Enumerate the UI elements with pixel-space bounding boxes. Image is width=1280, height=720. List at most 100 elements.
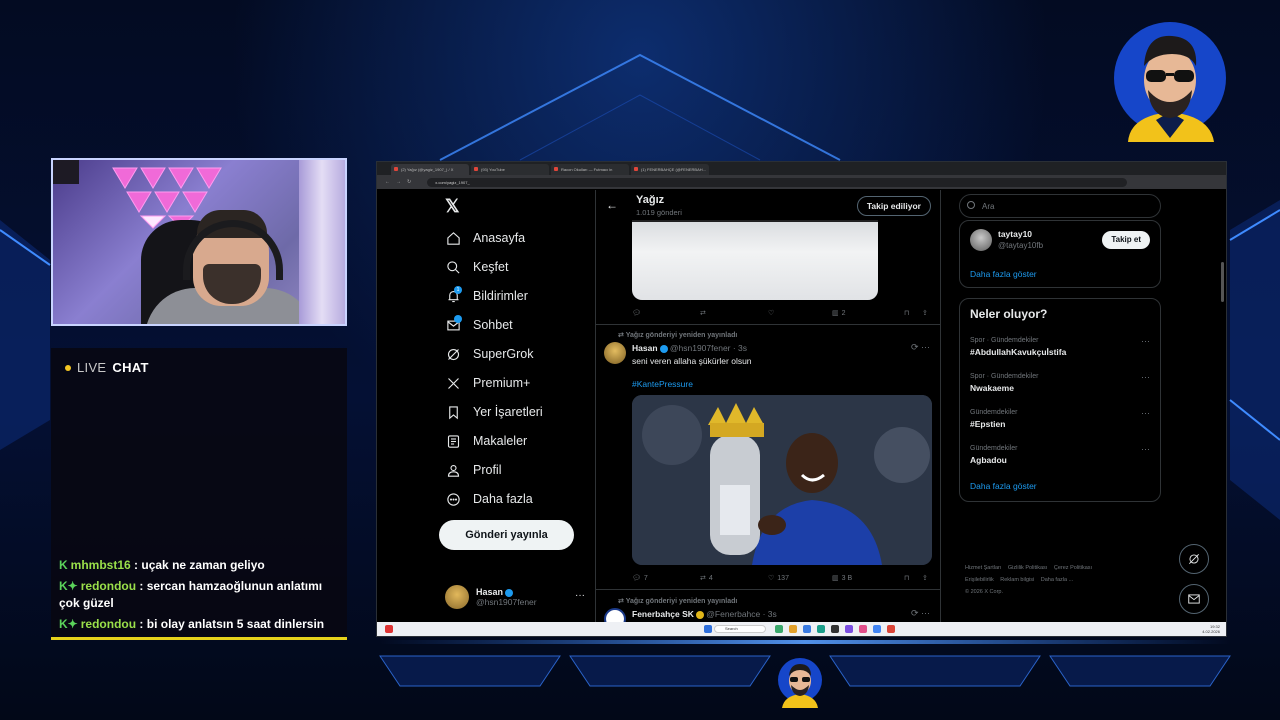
following-button[interactable]: Takip ediliyor [856,196,931,216]
weather-icon[interactable] [385,625,393,633]
bookmark-icon[interactable]: ⊓ [904,309,922,317]
nav-home[interactable]: Anasayfa [445,230,525,246]
profile-name: Yağız [636,194,665,206]
profile-icon [447,464,459,477]
reply-icon[interactable]: 💬︎ [632,309,700,317]
search-icon [967,201,975,209]
address-bar[interactable]: x.com/yagiz_1907_ [427,177,1128,187]
browser-tab[interactable]: (1) FENERBAHÇE (@FENERBAH... [631,164,709,175]
clock-date: 4.02.2026 [1202,629,1220,634]
more-dots-icon[interactable]: ⟳ ··· [911,342,930,353]
trend-item[interactable]: #AbdullahKavukçuİstifa [970,347,1066,357]
footer-link[interactable]: Çerez Politikası [1054,565,1092,571]
like-icon[interactable]: ♡ [768,309,832,317]
tweet-author[interactable]: Hasan @hsn1907fener · 3s [632,343,747,353]
nav-explore[interactable]: Keşfet [445,259,508,275]
hashtag-link[interactable]: #KantePressure [632,379,693,389]
suggested-name[interactable]: taytay10 [998,229,1032,239]
nav-notifications[interactable]: 1 Bildirimler [445,286,528,304]
footer-link[interactable]: Reklam bilgisi [1000,577,1034,583]
more-dots-icon[interactable]: ··· [1141,372,1150,382]
messages-fab[interactable] [1179,584,1209,614]
forward-arrow-icon[interactable]: → [396,179,401,185]
taskbar-clock[interactable]: 19:32 4.02.2026 [1202,624,1220,634]
repost-indicator: ⇄ Yağız gönderiyi yeniden yayınladı [618,332,738,339]
tweet-author[interactable]: Fenerbahçe SK @Fenerbahce · 3s [632,609,777,619]
like-count: 137 [777,574,789,582]
search-input[interactable]: Ara [959,194,1161,218]
app-icon[interactable] [803,625,811,633]
nav-messages[interactable]: Sohbet [445,315,513,333]
nav-grok[interactable]: SuperGrok [445,346,533,362]
nav-profile[interactable]: Profil [445,462,501,478]
like-button[interactable]: ♡ 137 [768,574,832,583]
trend-item[interactable]: #Epstien [970,419,1005,429]
nav-label: Yer İşaretleri [473,405,543,419]
views-stat[interactable]: ▥ 3 B [832,574,904,583]
post-image[interactable] [632,220,878,300]
footer-link[interactable]: Erişilebilirlik [965,577,994,583]
account-switcher[interactable]: Hasan @hsn1907fener ··· [445,585,585,609]
repost-icon[interactable]: ⇄ [700,309,768,317]
nav-bookmarks[interactable]: Yer İşaretleri [445,404,543,420]
footer-link[interactable]: Gizlilik Politikası [1008,565,1047,571]
grok-fab[interactable] [1179,544,1209,574]
footer-link[interactable]: Hizmet Şartları [965,565,1001,571]
windows-start-icon[interactable] [704,625,712,633]
trend-item[interactable]: Agbadou [970,455,1007,465]
app-icon[interactable] [887,625,895,633]
show-more-link[interactable]: Daha fazla göster [970,269,1037,279]
avatar[interactable] [604,342,626,364]
chat-username: redondou [80,579,137,593]
home-icon [446,231,460,245]
browser-tab[interactable]: (93) YouTube [471,164,549,175]
chrome-icon[interactable] [873,625,881,633]
back-arrow-icon[interactable]: ← [606,198,618,212]
post-count: 1.019 gönderi [636,208,682,217]
footer-link[interactable]: Daha fazla ... [1041,577,1073,583]
reload-icon[interactable]: ↻ [407,179,411,185]
trend-item[interactable]: Nwakaeme [970,383,1014,393]
repost-label: Yağız gönderiyi yeniden yayınladı [625,598,738,605]
like-icon: ♡ [768,575,775,582]
browser-tab[interactable]: Racon Okulları — Futmacı in [551,164,629,175]
share-icon[interactable]: ⇪ [922,309,928,317]
post-button[interactable]: Gönderi yayınla [439,520,574,550]
bookmark-icon[interactable]: ⊓ [904,574,922,582]
repost-button[interactable]: ⇄ 4 [700,574,768,583]
more-dots-icon[interactable]: ··· [1141,336,1150,346]
app-icon[interactable] [817,625,825,633]
back-arrow-icon[interactable]: ← [385,179,390,185]
nav-articles[interactable]: Makaleler [445,433,527,449]
share-icon[interactable]: ⇪ [922,574,928,582]
mail-icon [1188,594,1200,604]
show-more-link[interactable]: Daha fazla göster [970,481,1037,491]
nav-more[interactable]: Daha fazla [445,491,533,507]
more-dots-icon[interactable]: ··· [1141,444,1150,454]
tweet-image[interactable] [632,395,932,565]
verified-icon [659,344,668,353]
taskbar-search[interactable]: Search [714,625,766,633]
views-stat[interactable]: ▥ 2 [832,309,904,318]
nav-label: Makaleler [473,434,528,448]
reply-button[interactable]: 💬︎ 7 [632,574,700,583]
nav-label: Daha fazla [473,492,533,506]
tweet-text: seni veren allaha şükürler olsun [632,356,752,366]
trends-box: Neler oluyor? Spor · Gündemdekiler #Abdu… [959,298,1161,502]
nav-premium[interactable]: Premium+ [445,375,530,391]
more-dots-icon[interactable]: ··· [1141,408,1150,418]
avatar[interactable] [970,229,992,251]
browser-tab[interactable]: (2) Yağız (@yagiz_1907_) / X [391,164,469,175]
follow-button[interactable]: Takip et [1102,231,1150,249]
app-icon[interactable] [859,625,867,633]
more-dots-icon[interactable]: ··· [575,590,585,601]
x-logo-icon[interactable]: 𝕏 [445,196,465,216]
more-dots-icon[interactable]: ⟳ ··· [911,608,930,619]
app-icon[interactable] [845,625,853,633]
divider [596,324,940,325]
app-icon[interactable] [775,625,783,633]
app-icon[interactable] [789,625,797,633]
app-icon[interactable] [831,625,839,633]
scrollbar[interactable] [1221,262,1224,302]
reply-count: 7 [643,574,648,582]
